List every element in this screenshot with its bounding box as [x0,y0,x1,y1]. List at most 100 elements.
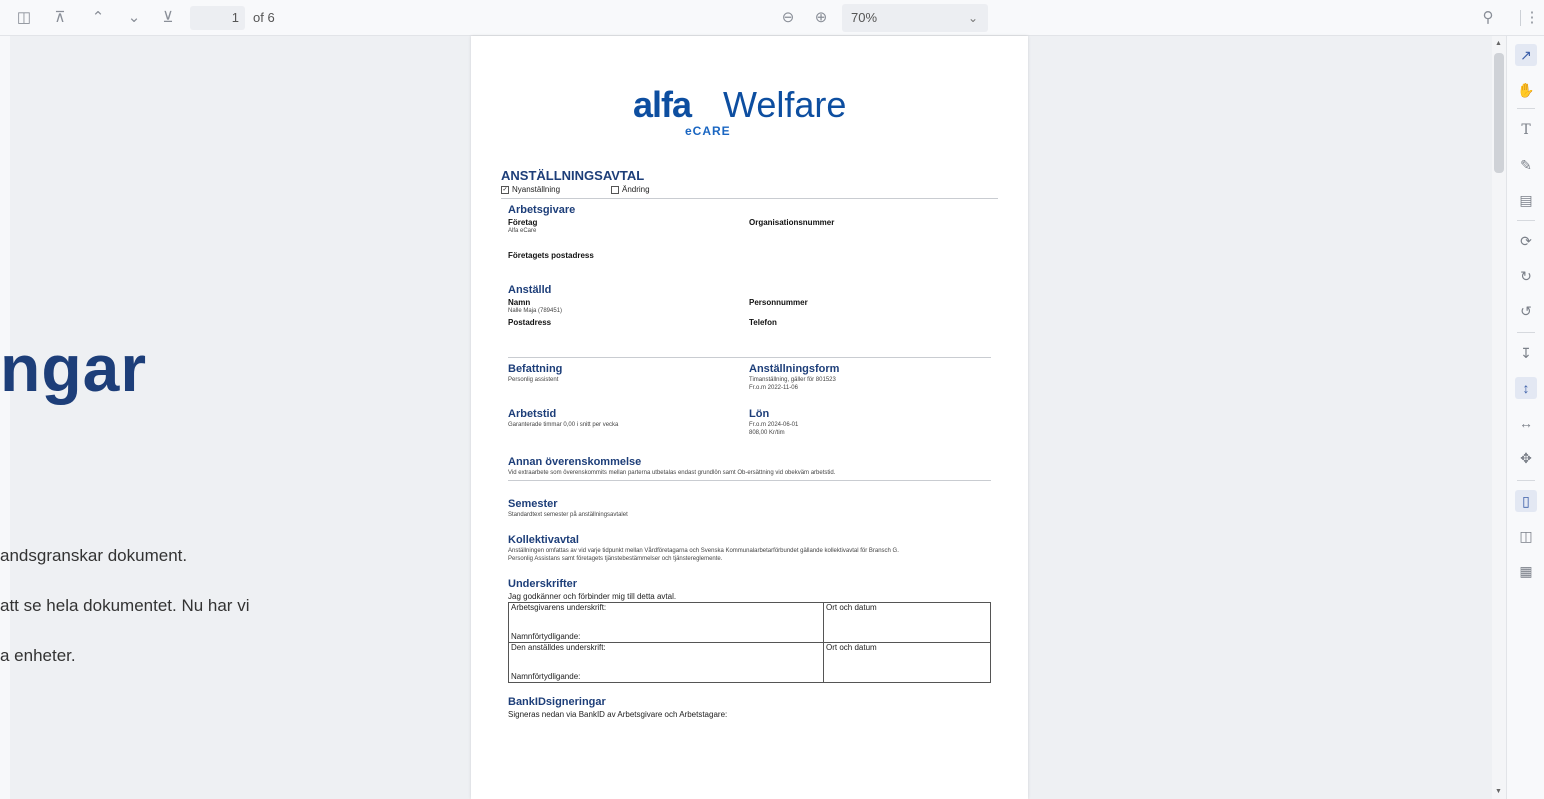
document-page: alfa Welfare eCARE ANSTÄLLNINGSAVTAL ✓ Ny… [471,36,1028,799]
background-line-1: andsgranskar dokument. [0,546,188,565]
vertical-scrollbar[interactable]: ▲ ▼ [1492,36,1506,799]
personnummer-label: Personnummer [749,298,808,307]
other-agreement-heading: Annan överenskommelse [508,456,642,468]
search-icon[interactable]: ⚲ [1478,8,1498,28]
cover-page-icon[interactable]: ▦ [1515,560,1537,582]
other-agreement-value: Vid extraarbete som överenskommits mella… [508,470,836,476]
first-page-icon[interactable]: ⊼ [50,8,70,28]
doc-title: ANSTÄLLNINGSAVTAL [501,168,645,183]
checkbox-new-hire: ✓ Nyanställning [501,185,561,194]
background-title: ngar [0,331,148,405]
zoom-value: 70% [851,10,878,25]
sidebar-divider [1517,108,1535,109]
position-heading: Befattning [508,363,563,375]
working-time-value: Garanterade timmar 0,00 i snitt per veck… [508,422,619,428]
two-page-icon[interactable]: ◫ [1515,525,1537,547]
employment-form-heading: Anställningsform [749,363,840,375]
hand-icon[interactable]: ✋ [1515,79,1537,101]
select-icon[interactable]: ↗ [1515,44,1537,66]
place-date-cell: Ort och datum [823,602,991,643]
sidebar-divider [1517,480,1535,481]
place-date-label: Ort och datum [826,603,877,612]
company-label: Företag [508,218,538,227]
vacation-value: Standardtext semester på anställningsavt… [508,512,628,518]
background-line-2: att se hela dokumentet. Nu har vi [0,596,250,615]
employer-heading: Arbetsgivare [508,204,576,216]
employee-signature-label: Den anställdes underskrift: [511,643,606,652]
employee-heading: Anställd [508,284,552,296]
rotate-cw-icon[interactable]: ↻ [1515,265,1537,287]
fit-page-icon[interactable]: ↧ [1515,342,1537,364]
move-icon[interactable]: ✥ [1515,447,1537,469]
page-number-input[interactable]: 1 [190,6,245,30]
salary-heading: Lön [749,408,770,420]
sidebar-divider [1517,220,1535,221]
employer-signature-cell: Arbetsgivarens underskrift: Namnförtydli… [508,602,824,643]
background-line-3: a enheter. [0,646,76,665]
place-date-label: Ort och datum [826,643,877,652]
fit-height-icon[interactable]: ↕ [1515,377,1537,399]
sidebar-toggle-icon[interactable]: ◫ [14,8,34,28]
viewer-left-edge [0,36,10,799]
zoom-out-icon[interactable]: ⊖ [778,8,798,28]
image-icon[interactable]: ▤ [1515,189,1537,211]
divider [508,480,991,481]
scroll-down-icon[interactable]: ▼ [1495,788,1502,795]
sidebar-divider [1517,332,1535,333]
employment-form-value-1: Timanställning, gäller för 801523 [749,377,836,383]
toolbar-divider [1520,10,1521,26]
scroll-thumb[interactable] [1494,53,1504,173]
single-page-icon[interactable]: ▯ [1515,490,1537,512]
zoom-in-icon[interactable]: ⊕ [811,8,831,28]
signature-table: Arbetsgivarens underskrift: Namnförtydli… [508,602,991,683]
collective-value-2: Personlig Assistans samt företagets tjän… [508,556,723,562]
logo-welfare: Welfare [723,84,847,125]
place-date-cell: Ort och datum [823,642,991,683]
scroll-up-icon[interactable]: ▲ [1495,40,1502,47]
phone-label: Telefon [749,318,777,327]
name-clarification-label: Namnförtydligande: [511,632,581,641]
page-count-label: of 6 [253,10,275,25]
name-value: Nalle Maja (789451) [508,308,563,314]
next-page-icon[interactable]: ⌄ [124,8,144,28]
last-page-icon[interactable]: ⊻ [158,8,178,28]
checkbox-empty-icon [611,185,619,194]
zoom-select[interactable]: 70% ⌄ [842,4,988,32]
collective-value-1: Anställningen omfattas av vid varje tidp… [508,548,899,554]
checkbox-checked-icon: ✓ [501,185,509,194]
logo-alfa: alfa [633,84,692,125]
pen-icon[interactable]: ✎ [1515,154,1537,176]
company-value: Alfa eCare [508,228,537,234]
name-clarification-label: Namnförtydligande: [511,672,581,681]
employee-signature-cell: Den anställdes underskrift: Namnförtydli… [508,642,824,683]
working-time-heading: Arbetstid [508,408,557,420]
position-value: Personlig assistent [508,377,559,383]
name-label: Namn [508,298,531,307]
employer-signature-label: Arbetsgivarens underskrift: [511,603,607,612]
postal-address-label: Postadress [508,318,552,327]
checkbox-change: Ändring [611,185,650,194]
chevron-down-icon: ⌄ [967,11,978,25]
logo-ecare: eCARE [685,124,731,138]
collective-heading: Kollektivavtal [508,534,579,546]
employment-form-value-2: Fr.o.m 2022-11-06 [749,385,798,391]
org-number-label: Organisationsnummer [749,218,835,227]
bankid-heading: BankIDsigneringar [508,696,606,708]
rotate-page-icon[interactable]: ⟳ [1515,230,1537,252]
bankid-value: Signeras nedan via BankID av Arbetsgivar… [508,710,728,719]
signatures-intro: Jag godkänner och förbinder mig till det… [508,592,677,601]
pdf-toolbar: ◫ ⊼ ⌃ ⌄ ⊻ 1 of 6 ⊖ ⊕ 70% ⌄ ⚲ ⋮ [0,0,1544,36]
divider [508,357,991,358]
text-icon[interactable]: T [1515,119,1537,141]
salary-value-2: 808,00 Kr/tim [749,430,785,436]
fit-width-icon[interactable]: ↔ [1515,412,1537,434]
salary-value-1: Fr.o.m 2024-06-01 [749,422,799,428]
divider [501,198,998,199]
vacation-heading: Semester [508,498,558,510]
signatures-heading: Underskrifter [508,578,578,590]
prev-page-icon[interactable]: ⌃ [88,8,108,28]
company-address-label: Företagets postadress [508,251,594,260]
rotate-ccw-icon[interactable]: ↺ [1515,300,1537,322]
more-icon[interactable]: ⋮ [1522,8,1542,28]
tools-sidebar: ↗ ✋ T ✎ ▤ ⟳ ↻ ↺ ↧ ↕ ↔ ✥ ▯ ◫ ▦ [1506,36,1544,799]
